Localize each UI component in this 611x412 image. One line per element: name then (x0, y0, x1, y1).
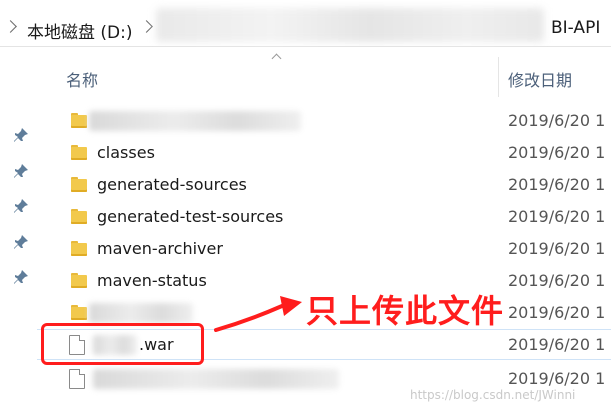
redacted-name (93, 369, 339, 389)
breadcrumb-root[interactable]: 本地磁盘 (D:) (27, 18, 133, 43)
chevron-right-icon[interactable] (4, 20, 17, 33)
list-item[interactable]: generated-sources 2019/6/20 1 (37, 169, 611, 200)
list-item[interactable]: generated-test-sources 2019/6/20 1 (37, 201, 611, 232)
pin-icon[interactable] (13, 163, 29, 179)
folder-icon (71, 305, 89, 320)
address-bar[interactable]: 本地磁盘 (D:) BI-API (0, 0, 611, 47)
sort-indicator-icon (271, 53, 282, 64)
pin-icon[interactable] (13, 234, 29, 250)
folder-icon (71, 209, 89, 224)
quick-access-pane (0, 47, 36, 412)
watermark: https://blog.csdn.net/JWinni (410, 388, 576, 402)
file-name: generated-sources (97, 175, 247, 194)
column-header: 名称 修改日期 (37, 47, 611, 97)
redacted-name (89, 303, 193, 323)
annotation-highlight-box (41, 323, 204, 365)
breadcrumb-current[interactable]: BI-API (551, 18, 600, 38)
column-name-header[interactable]: 名称 (66, 67, 98, 91)
folder-icon (71, 241, 89, 256)
folder-icon (71, 177, 89, 192)
file-name: classes (97, 143, 155, 162)
folder-icon (71, 113, 89, 128)
file-name: maven-archiver (97, 239, 223, 258)
list-item[interactable]: 2019/6/20 1 (37, 105, 611, 136)
redacted-name (89, 111, 301, 131)
annotation-text: 只上传此文件 (306, 292, 505, 330)
file-name: generated-test-sources (97, 207, 284, 226)
column-divider[interactable] (498, 57, 499, 97)
pin-icon[interactable] (13, 269, 29, 285)
folder-icon (71, 145, 89, 160)
folder-icon (71, 273, 89, 288)
list-item[interactable]: classes 2019/6/20 1 (37, 137, 611, 168)
modified-date: 2019/6/20 1 (508, 335, 606, 354)
modified-date: 2019/6/20 1 (508, 303, 606, 322)
list-item[interactable]: maven-archiver 2019/6/20 1 (37, 233, 611, 264)
modified-date: 2019/6/20 1 (508, 369, 606, 388)
modified-date: 2019/6/20 1 (508, 111, 606, 130)
file-explorer-window: 本地磁盘 (D:) BI-API 名称 修改日期 2019/6/20 1 cla… (0, 0, 611, 412)
file-name: maven-status (97, 271, 207, 290)
modified-date: 2019/6/20 1 (508, 143, 606, 162)
column-date-header[interactable]: 修改日期 (508, 67, 572, 91)
file-icon (69, 369, 85, 389)
redacted-breadcrumb (156, 8, 544, 42)
modified-date: 2019/6/20 1 (508, 271, 606, 290)
pin-icon[interactable] (13, 198, 29, 214)
pin-icon[interactable] (13, 127, 29, 143)
modified-date: 2019/6/20 1 (508, 207, 606, 226)
chevron-right-icon[interactable] (140, 20, 153, 33)
modified-date: 2019/6/20 1 (508, 239, 606, 258)
modified-date: 2019/6/20 1 (508, 175, 606, 194)
annotation-arrow-icon (214, 296, 302, 332)
